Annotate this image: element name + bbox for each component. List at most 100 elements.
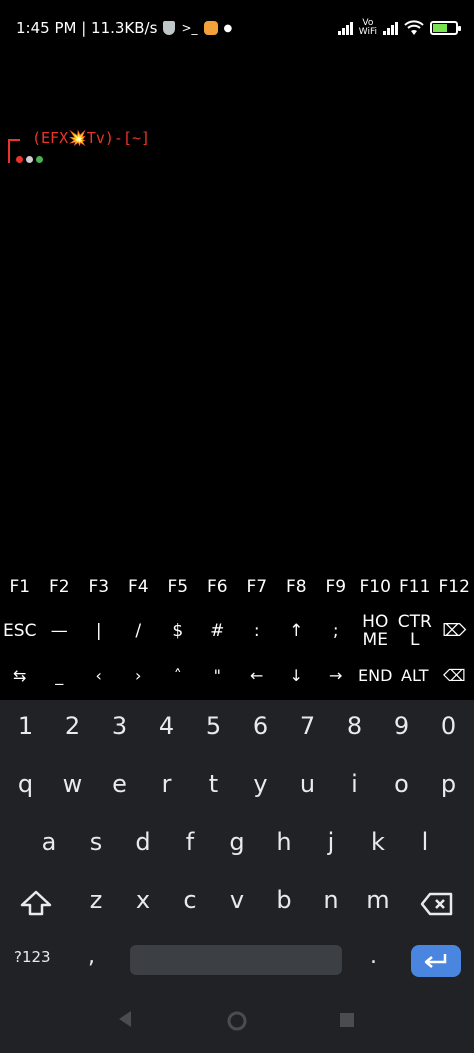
key-c[interactable]: c (167, 886, 214, 914)
key-u[interactable]: u (284, 770, 331, 798)
key-f9[interactable]: F9 (316, 578, 356, 597)
key-l[interactable]: l (402, 828, 449, 856)
key-0[interactable]: 0 (425, 712, 472, 740)
key-y[interactable]: y (237, 770, 284, 798)
key-tab[interactable]: ⇆ (0, 667, 40, 685)
prompt-text: (EFX💥Tv)-[~] (8, 129, 150, 147)
key-f12[interactable]: F12 (435, 578, 474, 597)
key-v[interactable]: v (214, 886, 261, 914)
key-1[interactable]: 1 (2, 712, 49, 740)
key-down-arrow[interactable]: ↓ (277, 667, 317, 685)
key-3[interactable]: 3 (96, 712, 143, 740)
key-g[interactable]: g (214, 828, 261, 856)
key-a[interactable]: a (26, 828, 73, 856)
back-icon[interactable] (117, 1010, 133, 1028)
key-q[interactable]: q (2, 770, 49, 798)
key-b[interactable]: b (261, 886, 308, 914)
soft-keyboard: 1 2 3 4 5 6 7 8 9 0 q w e r t y u i o p … (0, 700, 474, 988)
extra-keys-row-symbols: ESC — | / $ # : ↑ ; HO ME CTR L ⌦ (0, 610, 474, 654)
key-f1[interactable]: F1 (0, 578, 40, 597)
prompt-dots (16, 156, 43, 163)
key-j[interactable]: j (308, 828, 355, 856)
key-h[interactable]: h (261, 828, 308, 856)
key-hash[interactable]: # (198, 622, 238, 641)
home-icon[interactable] (226, 1010, 248, 1032)
key-greater-than[interactable]: › (119, 667, 159, 685)
status-right: Vo WiFi (337, 19, 461, 37)
symbols-key[interactable]: ?123 (14, 948, 51, 966)
backspace-icon[interactable] (420, 891, 454, 917)
status-left: 1:45 PM | 11.3KB/s >_ ● (16, 19, 232, 37)
key-k[interactable]: k (355, 828, 402, 856)
key-end[interactable]: END (356, 667, 396, 685)
terminal-area[interactable]: (EFX💥Tv)-[~] (0, 56, 474, 566)
key-slash[interactable]: / (119, 622, 159, 641)
wifi-icon (404, 20, 424, 35)
key-o[interactable]: o (378, 770, 425, 798)
status-bar: 1:45 PM | 11.3KB/s >_ ● Vo WiFi (0, 0, 474, 56)
enter-key[interactable] (411, 945, 461, 977)
key-quote[interactable]: " (198, 667, 238, 685)
comma-key[interactable]: , (88, 944, 95, 969)
keyboard-row-zxcv: z x c v b n m (0, 886, 474, 914)
key-w[interactable]: w (49, 770, 96, 798)
key-right-arrow[interactable]: → (316, 667, 356, 685)
shift-icon[interactable] (18, 889, 54, 917)
key-s[interactable]: s (73, 828, 120, 856)
key-m[interactable]: m (355, 886, 402, 914)
key-5[interactable]: 5 (190, 712, 237, 740)
key-ctrl[interactable]: CTR L (395, 613, 435, 650)
key-d[interactable]: d (120, 828, 167, 856)
shield-icon (163, 21, 176, 35)
key-9[interactable]: 9 (378, 712, 425, 740)
key-4[interactable]: 4 (143, 712, 190, 740)
prompt-label: (EFX💥Tv)-[~] (32, 129, 151, 147)
key-f10[interactable]: F10 (356, 578, 396, 597)
key-f[interactable]: f (167, 828, 214, 856)
key-alt[interactable]: ALT (395, 667, 435, 685)
key-x[interactable]: x (120, 886, 167, 914)
key-caret[interactable]: ˄ (158, 667, 198, 685)
key-n[interactable]: n (308, 886, 355, 914)
key-2[interactable]: 2 (49, 712, 96, 740)
battery-icon (430, 21, 461, 35)
key-delete-forward[interactable]: ⌦ (435, 622, 474, 641)
key-8[interactable]: 8 (331, 712, 378, 740)
period-key[interactable]: . (370, 944, 377, 969)
extra-keys-row-function: F1 F2 F3 F4 F5 F6 F7 F8 F9 F10 F11 F12 (0, 566, 474, 610)
key-less-than[interactable]: ‹ (79, 667, 119, 685)
key-i[interactable]: i (331, 770, 378, 798)
key-f6[interactable]: F6 (198, 578, 238, 597)
key-esc[interactable]: ESC (0, 622, 40, 641)
key-f8[interactable]: F8 (277, 578, 317, 597)
key-colon[interactable]: : (237, 622, 277, 641)
terminal-icon: >_ (181, 21, 198, 35)
key-p[interactable]: p (425, 770, 472, 798)
key-dollar[interactable]: $ (158, 622, 198, 641)
key-6[interactable]: 6 (237, 712, 284, 740)
extra-keys-bar: F1 F2 F3 F4 F5 F6 F7 F8 F9 F10 F11 F12 E… (0, 566, 474, 700)
key-semicolon[interactable]: ; (316, 622, 356, 641)
key-underscore[interactable]: _ (40, 667, 80, 685)
key-pipe[interactable]: | (79, 622, 119, 641)
key-z[interactable]: z (73, 886, 120, 914)
key-7[interactable]: 7 (284, 712, 331, 740)
enter-icon (424, 954, 447, 968)
key-f2[interactable]: F2 (40, 578, 80, 597)
key-f11[interactable]: F11 (395, 578, 435, 597)
key-up-arrow[interactable]: ↑ (277, 622, 317, 641)
key-r[interactable]: r (143, 770, 190, 798)
key-f5[interactable]: F5 (158, 578, 198, 597)
key-f4[interactable]: F4 (119, 578, 159, 597)
key-backspace-extra[interactable]: ⌫ (435, 667, 474, 685)
key-t[interactable]: t (190, 770, 237, 798)
key-e[interactable]: e (96, 770, 143, 798)
key-home[interactable]: HO ME (356, 613, 396, 650)
key-dash[interactable]: — (40, 622, 80, 641)
space-bar[interactable] (130, 945, 342, 975)
key-f7[interactable]: F7 (237, 578, 277, 597)
keyboard-row-asdf: a s d f g h j k l (0, 828, 474, 856)
key-left-arrow[interactable]: ← (237, 667, 277, 685)
key-f3[interactable]: F3 (79, 578, 119, 597)
recents-icon[interactable] (339, 1012, 355, 1028)
